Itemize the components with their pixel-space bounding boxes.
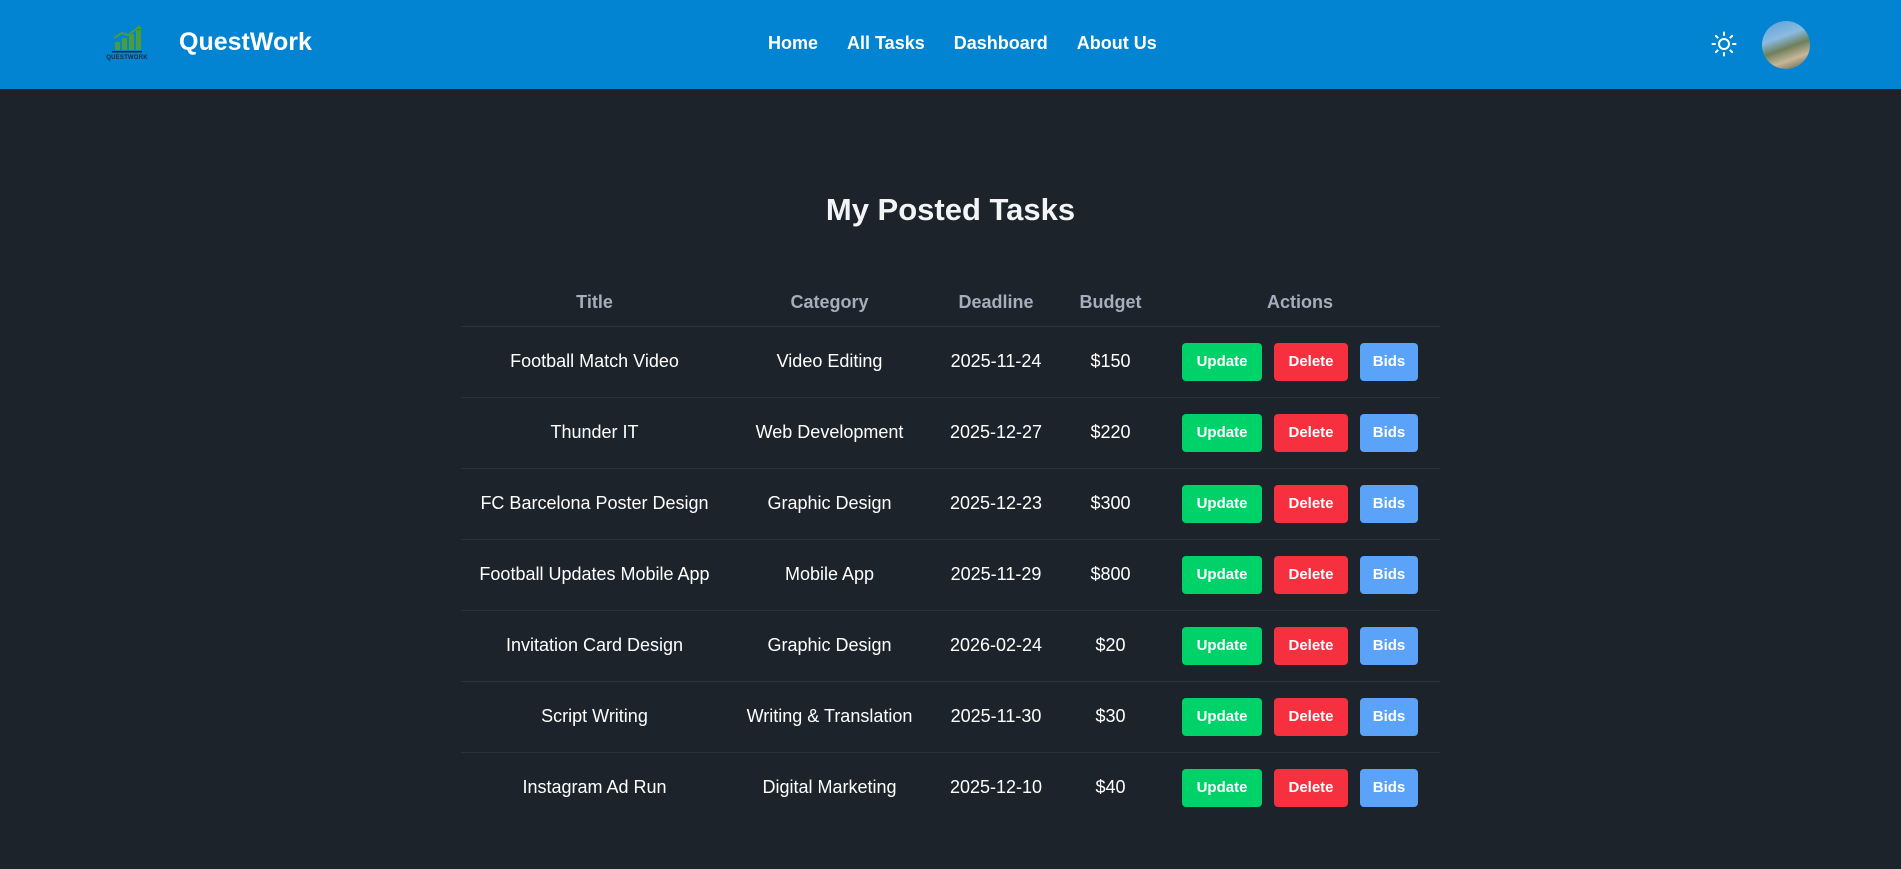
update-button[interactable]: Update	[1182, 484, 1262, 523]
delete-button[interactable]: Delete	[1274, 697, 1348, 736]
update-button[interactable]: Update	[1182, 626, 1262, 665]
column-header-title: Title	[461, 280, 728, 327]
task-deadline: 2025-12-10	[949, 777, 1043, 798]
sun-icon	[1711, 31, 1737, 57]
logo: QUESTWORK	[99, 18, 155, 66]
brand[interactable]: QUESTWORK QuestWork	[99, 18, 312, 66]
update-button[interactable]: Update	[1182, 555, 1262, 594]
bids-button[interactable]: Bids	[1360, 555, 1418, 594]
task-deadline: 2025-12-27	[931, 397, 1061, 469]
task-deadline: 2025-11-30	[931, 681, 1061, 753]
tasks-table: Title Category Deadline Budget Actions F…	[461, 280, 1440, 823]
task-category: Video Editing	[728, 326, 931, 398]
task-title: Football Match Video	[461, 326, 728, 398]
delete-button[interactable]: Delete	[1274, 555, 1348, 594]
table-row: FC Barcelona Poster Design Graphic Desig…	[461, 468, 1440, 540]
brand-name[interactable]: QuestWork	[179, 28, 312, 57]
task-category: Mobile App	[728, 539, 931, 611]
navbar: QUESTWORK QuestWork Home All Tasks Dashb…	[0, 0, 1901, 89]
delete-button[interactable]: Delete	[1274, 413, 1348, 452]
task-title: Invitation Card Design	[461, 610, 728, 682]
tasks-table-body: Football Match Video Video Editing 2025-…	[461, 326, 1440, 823]
delete-button[interactable]: Delete	[1274, 768, 1348, 807]
user-avatar[interactable]	[1762, 21, 1810, 69]
tasks-table-container: Title Category Deadline Budget Actions F…	[461, 280, 1440, 823]
chart-logo-icon	[112, 24, 142, 52]
task-deadline: 2025-11-29	[931, 539, 1061, 611]
task-actions: Update Delete Bids	[1160, 468, 1440, 540]
bids-button[interactable]: Bids	[1360, 484, 1418, 523]
table-row: Instagram Ad Run Digital Marketing 2025-…	[461, 752, 1440, 823]
task-title: Instagram Ad Run	[522, 777, 667, 798]
table-row: Invitation Card Design Graphic Design 20…	[461, 610, 1440, 682]
table-row: Football Updates Mobile App Mobile App 2…	[461, 539, 1440, 611]
bids-button[interactable]: Bids	[1360, 342, 1418, 381]
nav-link-about-us[interactable]: About Us	[1077, 33, 1157, 54]
task-deadline: 2025-11-24	[931, 326, 1061, 398]
bids-button[interactable]: Bids	[1360, 413, 1418, 452]
update-button[interactable]: Update	[1182, 342, 1262, 381]
task-budget: $150	[1061, 326, 1160, 398]
task-actions: Update Delete Bids	[1160, 397, 1440, 469]
task-title: FC Barcelona Poster Design	[461, 468, 728, 540]
update-button[interactable]: Update	[1182, 768, 1262, 807]
task-title: Football Updates Mobile App	[461, 539, 728, 611]
task-actions: Update Delete Bids	[1160, 539, 1440, 611]
task-title: Script Writing	[461, 681, 728, 753]
task-budget: $30	[1061, 681, 1160, 753]
column-header-deadline: Deadline	[931, 280, 1061, 327]
bids-button[interactable]: Bids	[1360, 768, 1418, 807]
bids-button[interactable]: Bids	[1360, 626, 1418, 665]
task-category: Graphic Design	[728, 468, 931, 540]
delete-button[interactable]: Delete	[1274, 626, 1348, 665]
task-deadline: 2025-12-23	[931, 468, 1061, 540]
task-budget: $40	[1095, 777, 1126, 798]
task-budget: $220	[1061, 397, 1160, 469]
delete-button[interactable]: Delete	[1274, 342, 1348, 381]
task-budget: $300	[1061, 468, 1160, 540]
task-actions: Update Delete Bids	[1160, 681, 1440, 753]
task-actions: Update Delete Bids	[1160, 610, 1440, 682]
nav-link-home[interactable]: Home	[768, 33, 818, 54]
table-header-row: Title Category Deadline Budget Actions	[461, 280, 1440, 327]
nav-link-dashboard[interactable]: Dashboard	[954, 33, 1048, 54]
nav-link-all-tasks[interactable]: All Tasks	[847, 33, 925, 54]
bids-button[interactable]: Bids	[1360, 697, 1418, 736]
update-button[interactable]: Update	[1182, 697, 1262, 736]
page-title: My Posted Tasks	[825, 192, 1076, 227]
main-nav: Home All Tasks Dashboard About Us	[768, 33, 1157, 54]
task-budget: $20	[1061, 610, 1160, 682]
theme-toggle[interactable]	[1711, 31, 1737, 57]
table-row: Script Writing Writing & Translation 202…	[461, 681, 1440, 753]
task-deadline: 2026-02-24	[931, 610, 1061, 682]
task-category: Writing & Translation	[728, 681, 931, 753]
update-button[interactable]: Update	[1182, 413, 1262, 452]
task-category: Graphic Design	[728, 610, 931, 682]
task-actions: Update Delete Bids	[1160, 752, 1440, 823]
delete-button[interactable]: Delete	[1274, 484, 1348, 523]
task-title: Thunder IT	[461, 397, 728, 469]
logo-text: QUESTWORK	[106, 54, 148, 61]
table-row: Football Match Video Video Editing 2025-…	[461, 326, 1440, 398]
column-header-budget: Budget	[1061, 280, 1160, 327]
table-row: Thunder IT Web Development 2025-12-27 $2…	[461, 397, 1440, 469]
task-category: Digital Marketing	[762, 777, 897, 798]
column-header-category: Category	[728, 280, 931, 327]
column-header-actions: Actions	[1160, 280, 1440, 327]
task-actions: Update Delete Bids	[1160, 326, 1440, 398]
task-budget: $800	[1061, 539, 1160, 611]
task-category: Web Development	[728, 397, 931, 469]
